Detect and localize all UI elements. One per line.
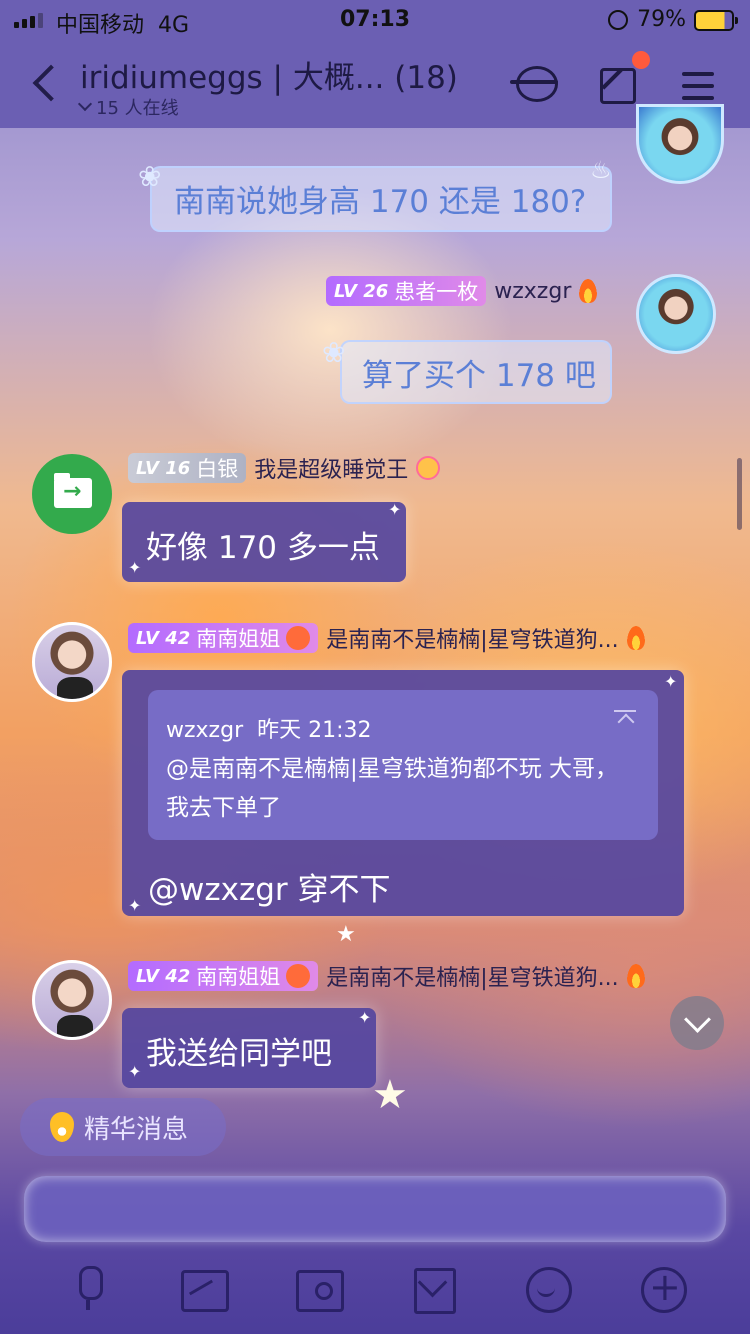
image-icon[interactable] [178, 1264, 229, 1314]
active-tab-indicator [510, 80, 558, 84]
plus-icon[interactable] [638, 1264, 688, 1314]
level-badge: LV 42 南南姐姐 [128, 961, 319, 991]
essence-messages-button[interactable]: 精华消息 [20, 1098, 226, 1156]
scrollbar[interactable] [737, 458, 742, 530]
message-bubble[interactable]: 算了买个 178 吧 [340, 340, 612, 404]
level-badge: LV 42 南南姐姐 [128, 623, 319, 653]
angry-face-icon [286, 626, 311, 650]
message-bubble[interactable]: 南南说她身高 170 还是 180? [150, 166, 612, 232]
quote-header: wzxzgr 昨天 21:32 [166, 718, 372, 743]
sender-nickname[interactable]: wzxzgr [494, 279, 571, 304]
sparkle-icon: ✦ [388, 500, 402, 519]
angry-face-icon [286, 964, 311, 988]
message-bubble[interactable]: 我送给同学吧 [122, 1008, 376, 1088]
avatar[interactable] [32, 960, 112, 1040]
flower-icon: ❀ [322, 336, 346, 369]
sparkle-icon: ✦ [128, 896, 142, 915]
sender-nickname[interactable]: 是南南不是楠楠|星穹铁道狗... [326, 960, 618, 992]
emoji-icon[interactable] [523, 1264, 573, 1314]
group-title[interactable]: iridiumeggs | 大概... (18) [80, 52, 458, 97]
sparkle-icon: ✦ [664, 672, 678, 691]
quote-text: @是南南不是楠楠|星穹铁道狗都不玩 大哥，我去下单了 [166, 756, 619, 821]
sender-meta: LV 26 患者一枚 wzxzgr [326, 276, 598, 306]
sender-meta: LV 42 南南姐姐 是南南不是楠楠|星穹铁道狗... [128, 622, 645, 654]
sparkle-icon: ✦ [358, 1008, 372, 1027]
message-bubble[interactable]: 好像 170 多一点 [122, 502, 406, 582]
star-icon: ★ [336, 922, 356, 947]
flower-icon: ❀ [138, 160, 162, 193]
flame-icon [579, 279, 598, 303]
battery-percent: 79% [637, 7, 686, 32]
online-count[interactable]: 15 人在线 [77, 94, 179, 120]
camera-icon[interactable] [293, 1264, 344, 1314]
battery-icon [694, 10, 738, 31]
microphone-icon[interactable] [64, 1264, 114, 1314]
back-button[interactable] [24, 60, 64, 108]
menu-icon[interactable] [680, 60, 728, 108]
message-input[interactable] [24, 1176, 726, 1242]
message-bubble[interactable]: wzxzgr 昨天 21:32 @是南南不是楠楠|星穹铁道狗都不玩 大哥，我去下… [122, 670, 684, 916]
sender-nickname[interactable]: 是南南不是楠楠|星穹铁道狗... [326, 622, 618, 654]
status-bar: 中国移动 4G 07:13 79% [0, 0, 750, 40]
chevron-down-icon [77, 96, 93, 112]
input-toolbar [0, 1252, 750, 1334]
jump-to-quote-icon[interactable] [614, 710, 636, 734]
star-icon: ★ [372, 1072, 408, 1118]
rotation-lock-icon [608, 10, 628, 30]
sparkle-icon: ✦ [128, 1062, 142, 1081]
folder-icon [54, 473, 92, 508]
notification-dot [632, 51, 650, 69]
avatar[interactable] [32, 622, 112, 702]
avatar[interactable] [636, 104, 724, 184]
teapot-icon: ♨ [590, 156, 612, 184]
message-text: @wzxzgr 穿不下 [148, 872, 391, 908]
quoted-reply[interactable]: wzxzgr 昨天 21:32 @是南南不是楠楠|星穹铁道狗都不玩 大哥，我去下… [148, 690, 658, 840]
flame-icon [626, 626, 645, 650]
red-packet-icon[interactable] [408, 1264, 458, 1314]
smiley-icon [416, 456, 441, 480]
sender-nickname[interactable]: 我是超级睡觉王 [254, 452, 408, 484]
avatar[interactable] [636, 274, 716, 354]
flame-icon [626, 964, 645, 988]
level-badge: LV 16 白银 [128, 453, 247, 483]
drop-icon [50, 1112, 74, 1142]
sender-meta: LV 16 白银 我是超级睡觉王 [128, 452, 441, 484]
chat-icon[interactable] [512, 60, 560, 108]
level-badge: LV 26 患者一枚 [326, 276, 487, 306]
avatar[interactable] [32, 454, 112, 534]
scroll-to-bottom-button[interactable] [670, 996, 724, 1050]
sparkle-icon: ✦ [128, 558, 142, 577]
sender-meta: LV 42 南南姐姐 是南南不是楠楠|星穹铁道狗... [128, 960, 645, 992]
